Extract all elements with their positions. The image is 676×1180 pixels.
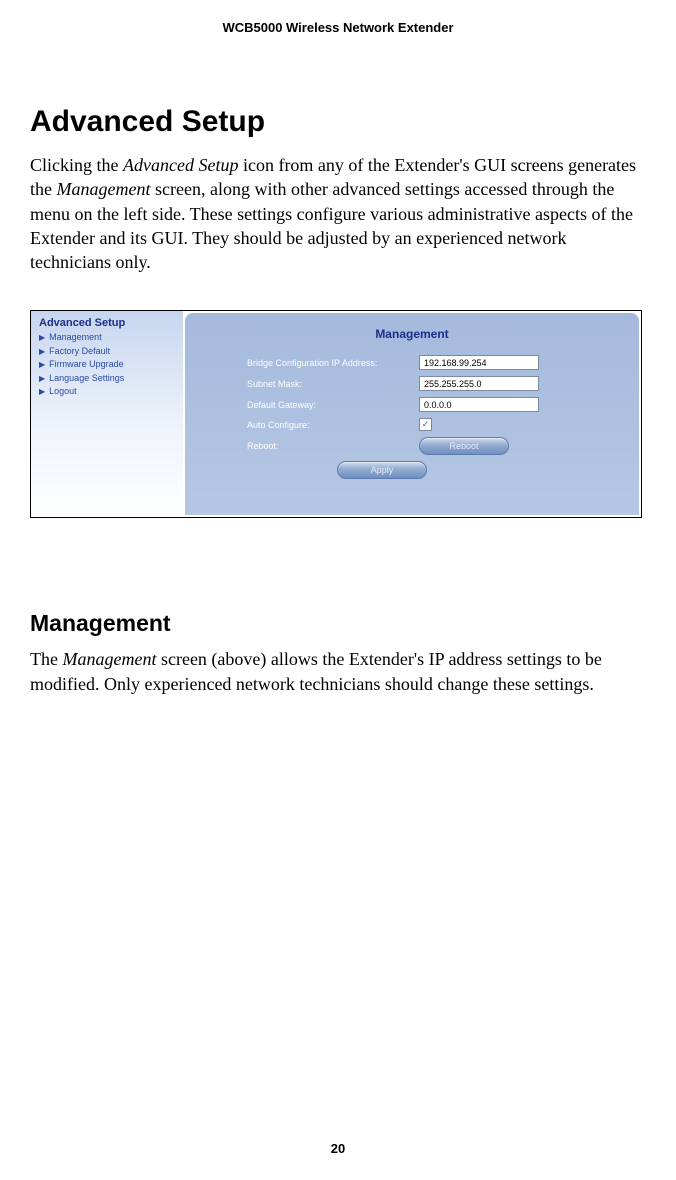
sidebar-item-language-settings[interactable]: ▶ Language Settings	[39, 372, 177, 386]
chevron-right-icon: ▶	[39, 346, 45, 358]
sidebar-item-label: Management	[49, 331, 102, 345]
chevron-right-icon: ▶	[39, 359, 45, 371]
label-subnet-mask: Subnet Mask:	[247, 379, 419, 389]
chevron-right-icon: ▶	[39, 373, 45, 385]
sidebar-item-label: Firmware Upgrade	[49, 358, 124, 372]
text-italic: Management	[62, 649, 156, 669]
input-bridge-ip[interactable]	[419, 355, 539, 370]
text-fragment: The	[30, 649, 62, 669]
checkbox-auto-configure[interactable]: ✓	[419, 418, 432, 431]
sidebar-item-firmware-upgrade[interactable]: ▶ Firmware Upgrade	[39, 358, 177, 372]
label-bridge-ip: Bridge Configuration IP Address:	[247, 358, 419, 368]
chevron-right-icon: ▶	[39, 332, 45, 344]
input-subnet-mask[interactable]	[419, 376, 539, 391]
sidebar-item-management[interactable]: ▶ Management	[39, 331, 177, 345]
sidebar-item-label: Logout	[49, 385, 77, 399]
section-title-advanced-setup: Advanced Setup	[30, 105, 646, 139]
input-default-gateway[interactable]	[419, 397, 539, 412]
reboot-button[interactable]: Reboot	[419, 437, 509, 455]
sidebar-item-label: Language Settings	[49, 372, 124, 386]
sidebar-item-logout[interactable]: ▶ Logout	[39, 385, 177, 399]
section-title-management: Management	[30, 610, 646, 637]
gui-panel-title: Management	[203, 327, 621, 341]
gui-sidebar-title: Advanced Setup	[39, 317, 177, 329]
sidebar-item-factory-default[interactable]: ▶ Factory Default	[39, 345, 177, 359]
checkmark-icon: ✓	[422, 419, 430, 430]
label-default-gateway: Default Gateway:	[247, 400, 419, 410]
text-fragment: Clicking the	[30, 155, 123, 175]
label-reboot: Reboot:	[247, 441, 419, 451]
label-auto-configure: Auto Configure:	[247, 420, 419, 430]
text-italic: Advanced Setup	[123, 155, 238, 175]
text-italic: Management	[57, 179, 151, 199]
sidebar-item-label: Factory Default	[49, 345, 110, 359]
page-number: 20	[0, 1141, 676, 1156]
running-header: WCB5000 Wireless Network Extender	[30, 20, 646, 35]
apply-button[interactable]: Apply	[337, 461, 427, 479]
chevron-right-icon: ▶	[39, 386, 45, 398]
gui-sidebar: Advanced Setup ▶ Management ▶ Factory De…	[31, 311, 183, 517]
management-screenshot: Advanced Setup ▶ Management ▶ Factory De…	[30, 310, 642, 518]
advanced-setup-paragraph: Clicking the Advanced Setup icon from an…	[30, 153, 646, 274]
management-paragraph: The Management screen (above) allows the…	[30, 647, 646, 696]
gui-main-panel: Management Bridge Configuration IP Addre…	[185, 313, 639, 515]
